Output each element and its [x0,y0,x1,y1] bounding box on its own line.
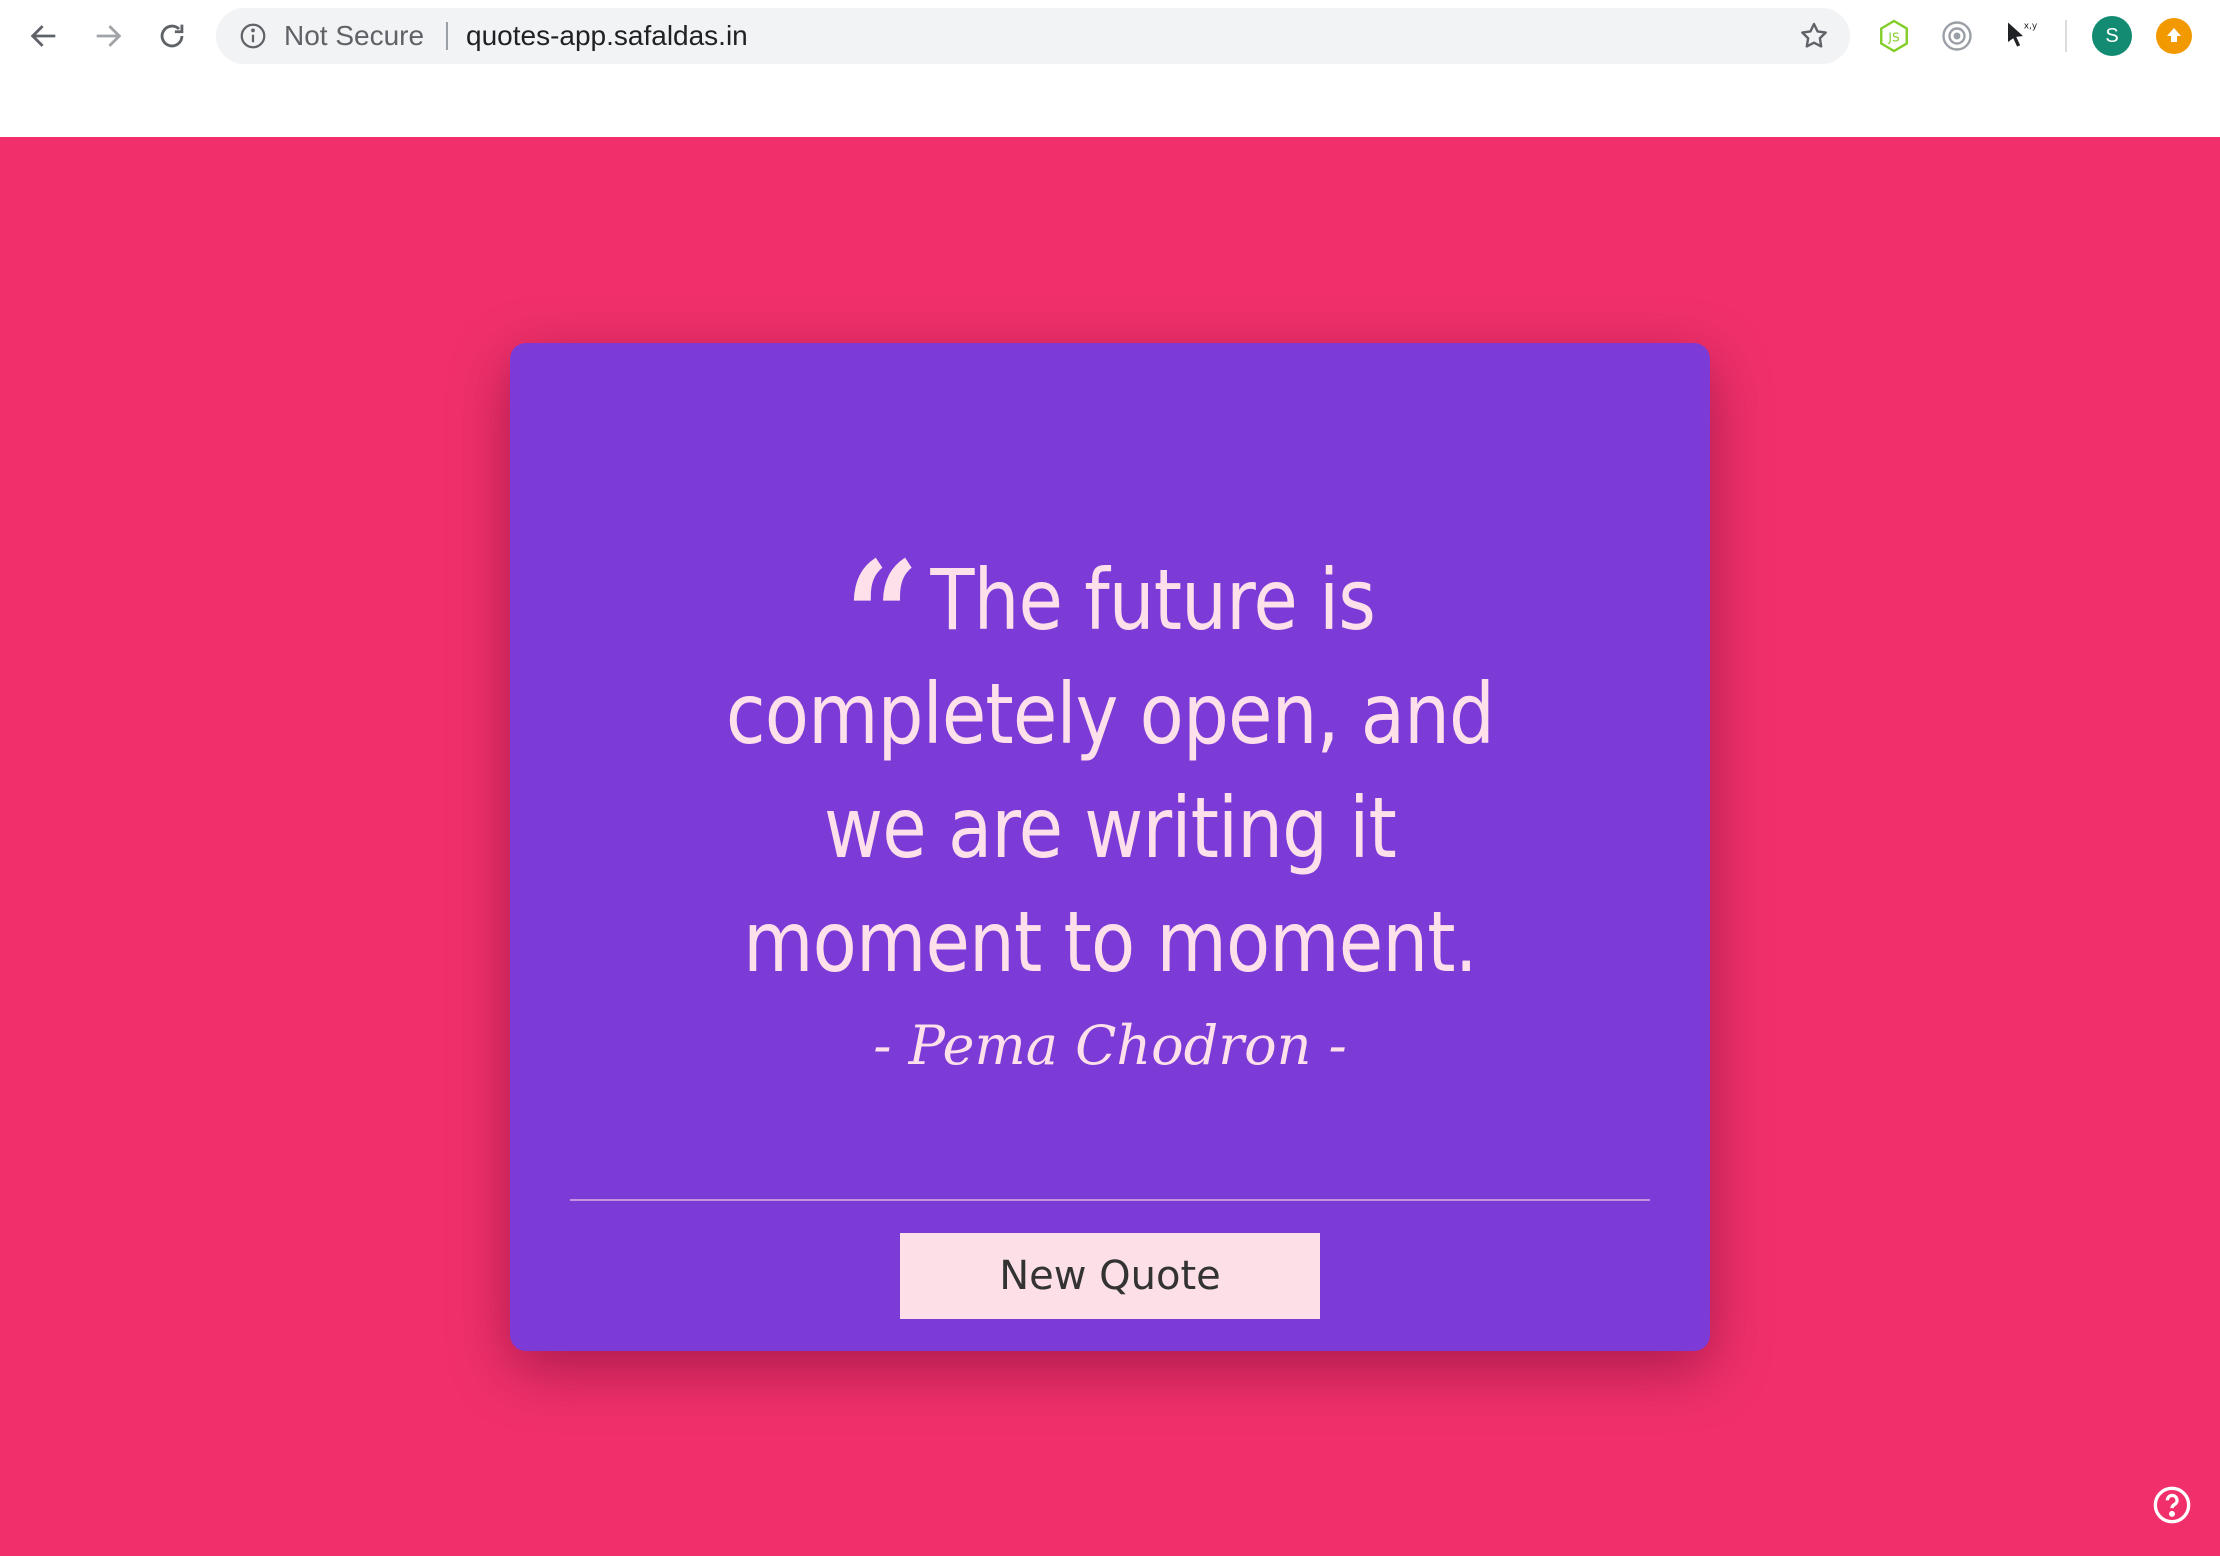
omnibox-separator [446,22,448,50]
page-background: “The future is completely open, and we a… [0,137,2220,1556]
cursor-coordinates-extension-icon[interactable]: x,y [2000,16,2040,56]
back-arrow-icon[interactable] [22,14,66,58]
info-icon[interactable] [238,21,268,51]
camera-extension-icon[interactable] [1937,16,1977,56]
toolbar-divider [2065,20,2067,52]
quote-author: - Pema Chodron - [873,1014,1347,1077]
card-divider [570,1199,1650,1201]
svg-text:JS: JS [1887,30,1899,44]
bookmark-star-icon[interactable] [1798,20,1830,52]
security-label[interactable]: Not Secure [284,8,424,64]
new-quote-button[interactable]: New Quote [900,1233,1320,1319]
profile-avatar[interactable]: S [2092,16,2132,56]
nodejs-extension-icon[interactable]: JS [1874,16,1914,56]
forward-arrow-icon[interactable] [86,14,130,58]
quote-text: The future is completely open, and we ar… [725,551,1495,991]
profile-initial: S [2105,24,2119,47]
quote-card: “The future is completely open, and we a… [510,343,1710,1351]
help-icon[interactable] [2152,1485,2192,1525]
svg-text:x,y: x,y [2024,22,2038,32]
browser-toolbar: Not Secure quotes-app.safaldas.in JS x,y… [0,0,2220,137]
quote-left-icon: “ [844,529,919,705]
quote-area: “The future is completely open, and we a… [600,529,1620,1081]
update-arrow-icon[interactable] [2156,18,2192,54]
url-text[interactable]: quotes-app.safaldas.in [466,8,748,64]
address-bar[interactable]: Not Secure quotes-app.safaldas.in [216,8,1850,64]
reload-icon[interactable] [150,14,194,58]
quote-text-block: “The future is completely open, and we a… [671,529,1548,999]
